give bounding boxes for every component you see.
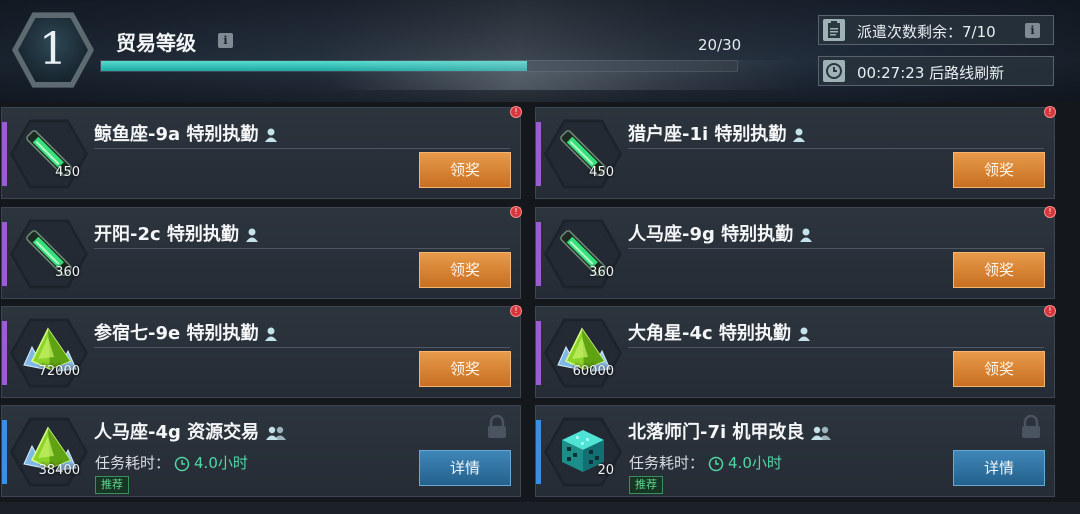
person-icon bbox=[797, 327, 810, 341]
mission-card[interactable]: 60000 大角星-4c 特别执勤 领奖 ! bbox=[535, 305, 1056, 398]
green-rod-icon: 450 bbox=[18, 122, 80, 184]
recommended-badge: 推荐 bbox=[95, 476, 129, 494]
clipboard-icon bbox=[823, 19, 845, 41]
mission-title: 猎户座-1i 特别执勤 bbox=[628, 120, 806, 146]
reward-quantity: 360 bbox=[589, 265, 614, 280]
reward-quantity: 20 bbox=[597, 463, 614, 478]
mission-card[interactable]: 450 鲸鱼座-9a 特别执勤 领奖 ! bbox=[1, 106, 522, 199]
mission-name: 鲸鱼座-9a 特别执勤 bbox=[94, 124, 259, 145]
tech-cube-icon: 20 bbox=[552, 420, 614, 482]
duration-label: 任务耗时： bbox=[629, 454, 705, 472]
crystal-icon: 60000 bbox=[552, 321, 614, 383]
claim-reward-button[interactable]: 领奖 bbox=[953, 351, 1045, 387]
mission-title: 大角星-4c 特别执勤 bbox=[628, 319, 811, 345]
claim-reward-button[interactable]: 领奖 bbox=[953, 252, 1045, 288]
green-rod-icon: 360 bbox=[552, 222, 614, 284]
mission-card[interactable]: 72000 参宿七-9e 特别执勤 领奖 ! bbox=[1, 305, 522, 398]
mission-card[interactable]: 38400 人马座-4g 资源交易 任务耗时： 4.0小时 推荐 详情 bbox=[1, 405, 521, 497]
claim-reward-button[interactable]: 领奖 bbox=[953, 152, 1045, 188]
alert-dot-icon: ! bbox=[1044, 206, 1056, 218]
recommended-badge: 推荐 bbox=[629, 476, 663, 494]
mission-duration: 任务耗时： 4.0小时 bbox=[95, 452, 248, 473]
lock-icon bbox=[1020, 414, 1042, 444]
alert-dot-icon: ! bbox=[1044, 305, 1056, 317]
dispatch-count-box: 派遣次数剩余：7/10 i bbox=[818, 15, 1054, 45]
mission-duration: 任务耗时： 4.0小时 bbox=[629, 452, 782, 473]
mission-title: 北落师门-7i 机甲改良 bbox=[628, 418, 832, 444]
team-icon bbox=[811, 426, 832, 440]
details-button[interactable]: 详情 bbox=[419, 450, 511, 486]
mission-name: 参宿七-9e 特别执勤 bbox=[94, 323, 259, 344]
alert-dot-icon: ! bbox=[510, 305, 522, 317]
info-icon[interactable]: i bbox=[218, 33, 233, 48]
mission-title: 鲸鱼座-9a 特别执勤 bbox=[94, 120, 278, 146]
xp-progress-text: 20/30 bbox=[698, 36, 742, 54]
xp-progress-fill bbox=[101, 61, 528, 71]
person-icon bbox=[800, 228, 813, 242]
mission-name: 人马座-4g 资源交易 bbox=[94, 422, 260, 443]
person-icon bbox=[793, 128, 806, 142]
mission-card[interactable]: 360 人马座-9g 特别执勤 领奖 ! bbox=[535, 206, 1056, 299]
duration-label: 任务耗时： bbox=[95, 454, 171, 472]
trade-level-title: 贸易等级 i bbox=[116, 27, 233, 56]
clock-icon bbox=[708, 456, 724, 471]
mission-card[interactable]: 20 北落师门-7i 机甲改良 任务耗时： 4.0小时 推荐 详情 bbox=[535, 405, 1055, 497]
claim-reward-button[interactable]: 领奖 bbox=[419, 351, 511, 387]
alert-dot-icon: ! bbox=[510, 106, 522, 118]
reward-quantity: 60000 bbox=[572, 364, 614, 379]
mission-name: 大角星-4c 特别执勤 bbox=[628, 323, 791, 344]
mission-name: 猎户座-1i 特别执勤 bbox=[628, 124, 787, 145]
person-icon bbox=[265, 327, 278, 341]
mission-card[interactable]: 360 开阳-2c 特别执勤 领奖 ! bbox=[1, 206, 522, 299]
mission-title: 人马座-9g 特别执勤 bbox=[628, 220, 813, 246]
clock-icon bbox=[823, 60, 845, 82]
crystal-icon: 72000 bbox=[18, 321, 80, 383]
details-button[interactable]: 详情 bbox=[953, 450, 1045, 486]
duration-value: 4.0小时 bbox=[194, 454, 248, 472]
alert-dot-icon: ! bbox=[1044, 106, 1056, 118]
trade-level-number: 1 bbox=[39, 24, 67, 75]
person-icon bbox=[265, 128, 278, 142]
person-icon bbox=[245, 228, 258, 242]
reward-quantity: 72000 bbox=[38, 364, 80, 379]
lock-icon bbox=[486, 414, 508, 444]
clock-icon bbox=[174, 456, 190, 471]
green-rod-icon: 360 bbox=[18, 222, 80, 284]
next-row-edge bbox=[0, 502, 1080, 514]
crystal-icon: 38400 bbox=[18, 420, 80, 482]
green-rod-icon: 450 bbox=[552, 122, 614, 184]
route-refresh-text: 00:27:23 后路线刷新 bbox=[857, 64, 1005, 82]
claim-reward-button[interactable]: 领奖 bbox=[419, 152, 511, 188]
mission-card[interactable]: 450 猎户座-1i 特别执勤 领奖 ! bbox=[535, 106, 1056, 199]
route-refresh-box: 00:27:23 后路线刷新 bbox=[818, 56, 1054, 86]
reward-quantity: 450 bbox=[55, 165, 80, 180]
mission-title: 参宿七-9e 特别执勤 bbox=[94, 319, 278, 345]
mission-title: 人马座-4g 资源交易 bbox=[94, 418, 287, 444]
info-icon[interactable]: i bbox=[1025, 23, 1040, 38]
reward-quantity: 360 bbox=[55, 265, 80, 280]
mission-name: 开阳-2c 特别执勤 bbox=[94, 224, 239, 245]
reward-quantity: 450 bbox=[589, 165, 614, 180]
trade-level-label: 贸易等级 bbox=[116, 31, 196, 55]
reward-quantity: 38400 bbox=[38, 463, 80, 478]
dispatch-count-text: 派遣次数剩余：7/10 bbox=[857, 23, 996, 41]
trade-header: 1 贸易等级 i 20/30 派遣次数剩余：7/10 i 00:27:23 后路… bbox=[0, 0, 1080, 102]
mission-title: 开阳-2c 特别执勤 bbox=[94, 220, 259, 246]
trade-level-badge: 1 bbox=[12, 10, 94, 90]
team-icon bbox=[266, 426, 287, 440]
mission-name: 北落师门-7i 机甲改良 bbox=[628, 422, 805, 443]
mission-name: 人马座-9g 特别执勤 bbox=[628, 224, 794, 245]
xp-progress-bar bbox=[100, 60, 738, 72]
duration-value: 4.0小时 bbox=[728, 454, 782, 472]
alert-dot-icon: ! bbox=[510, 206, 522, 218]
claim-reward-button[interactable]: 领奖 bbox=[419, 252, 511, 288]
